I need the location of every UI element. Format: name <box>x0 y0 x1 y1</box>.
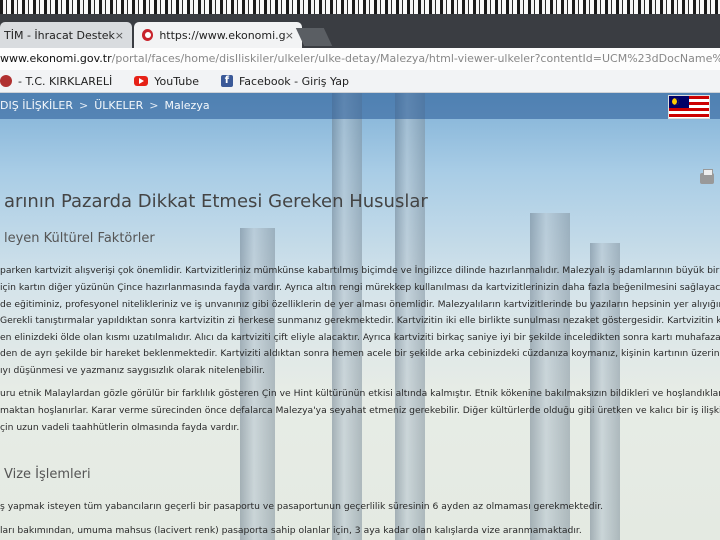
section-heading: Vize İşlemleri <box>4 467 91 482</box>
breadcrumb: DIŞ İLİŞKİLER > ÜLKELER > Malezya <box>0 99 216 112</box>
breadcrumb-separator: > <box>149 99 159 112</box>
paragraph-line: parken kartvizit alışverişi çok önemlidi… <box>0 265 720 276</box>
bookmark-label: YouTube <box>154 74 199 88</box>
paragraph-line: ş yapmak isteyen tüm yabancıların geçerl… <box>0 501 604 512</box>
paragraph-line: maktan hoşlanırlar. Karar verme sürecind… <box>0 405 720 416</box>
address-path: /portal/faces/home/disIliskiler/ulkeler/… <box>111 52 720 65</box>
youtube-icon <box>134 76 149 86</box>
top-edge-strip <box>0 0 720 14</box>
government-icon <box>0 75 12 87</box>
tab-title: https://www.ekonomi.go <box>159 28 285 42</box>
paragraph-line: en elinizdeki ölde olan kısmı uzatılmalı… <box>0 332 720 343</box>
tab-tim[interactable]: TİM - İhracat Destekleri × <box>0 22 132 48</box>
paragraph-line: ıyı düşünmesi ve yazmanız saygısızlık ol… <box>0 365 265 376</box>
paragraph-line: uru etnik Malaylardan gözle görülür bir … <box>0 388 720 399</box>
malaysia-flag-icon <box>668 95 710 119</box>
breadcrumb-item[interactable]: ÜLKELER <box>94 99 143 112</box>
bookmark-youtube[interactable]: YouTube <box>134 75 199 88</box>
paragraph-line: Gerekli tanıştırmalar yapıldıktan sonra … <box>0 315 720 326</box>
bookmarks-bar: - T.C. KIRKLARELİ YouTube f Facebook - G… <box>0 70 720 93</box>
bookmark-kirklareli[interactable]: - T.C. KIRKLARELİ <box>0 75 112 88</box>
paragraph-line: de eğitiminiz, profesyonel niteliklerini… <box>0 299 720 310</box>
bookmark-label: - T.C. KIRKLARELİ <box>18 74 113 88</box>
close-icon[interactable]: × <box>285 29 294 42</box>
paragraph-line: için kartın diğer yüzünün Çince hazırlan… <box>0 282 720 293</box>
address-bar[interactable]: www.ekonomi.gov.tr/portal/faces/home/dis… <box>0 48 720 71</box>
breadcrumb-bar: DIŞ İLİŞKİLER > ÜLKELER > Malezya <box>0 93 720 119</box>
tab-title: TİM - İhracat Destekleri <box>4 28 115 42</box>
page-title: arının Pazarda Dikkat Etmesi Gereken Hus… <box>4 191 428 212</box>
tab-bar: TİM - İhracat Destekleri × https://www.e… <box>0 14 720 48</box>
breadcrumb-item[interactable]: DIŞ İLİŞKİLER <box>0 99 73 112</box>
close-icon[interactable]: × <box>115 29 124 42</box>
print-icon[interactable] <box>700 169 714 184</box>
bookmark-label: Facebook - Giriş Yap <box>238 74 349 88</box>
background-tower <box>530 213 570 540</box>
bookmark-facebook[interactable]: f Facebook - Giriş Yap <box>220 74 349 88</box>
site-favicon-icon <box>142 29 154 41</box>
web-page: DIŞ İLİŞKİLER > ÜLKELER > Malezya arının… <box>0 93 720 540</box>
section-heading: leyen Kültürel Faktörler <box>4 231 155 246</box>
flag-crescent <box>672 98 679 105</box>
breadcrumb-item[interactable]: Malezya <box>165 99 210 112</box>
paragraph-line: çin uzun vadeli taahhütlerin olmasında f… <box>0 422 240 433</box>
paragraph-line: den de ayrı şekilde bir hareket beklenme… <box>0 348 720 359</box>
facebook-icon: f <box>220 75 233 87</box>
breadcrumb-separator: > <box>78 99 89 112</box>
tab-ekonomi[interactable]: https://www.ekonomi.go × <box>134 22 302 48</box>
address-host: www.ekonomi.gov.tr <box>0 52 112 65</box>
paragraph-line: ları bakımından, umuma mahsus (lacivert … <box>0 525 582 536</box>
